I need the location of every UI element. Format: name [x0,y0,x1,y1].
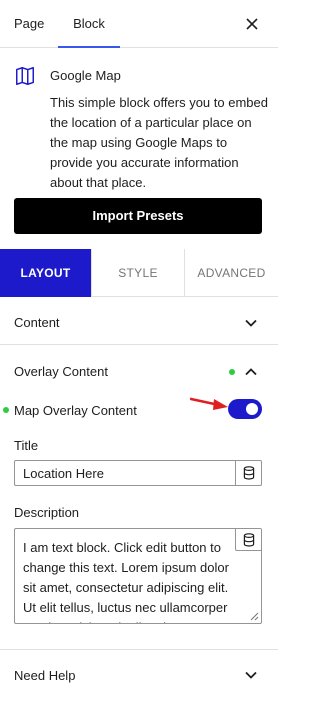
tab-page[interactable]: Page [14,0,44,47]
need-help-section-title: Need Help [14,668,76,683]
tab-style[interactable]: STYLE [91,249,184,297]
resize-handle-icon[interactable] [249,611,259,621]
description-text[interactable]: I am text block. Click edit button to ch… [23,538,235,623]
modified-indicator [229,369,235,375]
close-icon[interactable] [242,14,262,34]
description-textarea[interactable]: I am text block. Click edit button to ch… [14,528,262,624]
title-field[interactable] [14,460,262,486]
annotation-arrow-icon [190,397,228,410]
dynamic-data-button[interactable] [235,461,261,485]
tab-layout[interactable]: LAYOUT [0,249,91,297]
panel-tabs: LAYOUT STYLE ADVANCED [0,249,278,297]
tab-block[interactable]: Block [58,0,120,48]
map-overlay-toggle[interactable] [228,399,262,419]
title-input[interactable] [15,461,237,485]
modified-indicator [3,407,9,413]
map-icon [16,67,34,85]
content-section-title: Content [14,315,60,330]
need-help-section[interactable]: Need Help [0,650,278,700]
dynamic-data-button[interactable] [235,529,261,551]
database-icon [243,466,255,480]
sidebar-tabs: Page Block [0,0,278,48]
overlay-content-section-title[interactable]: Overlay Content [14,364,108,379]
description-label: Description [14,505,80,520]
tab-advanced[interactable]: ADVANCED [184,249,278,297]
block-title: Google Map [50,68,121,83]
content-section[interactable]: Content [0,297,278,345]
map-overlay-toggle-label: Map Overlay Content [14,403,137,418]
chevron-down-icon[interactable] [244,668,258,682]
chevron-up-icon[interactable] [244,365,258,379]
database-icon [243,533,255,547]
import-presets-button[interactable]: Import Presets [14,198,262,234]
chevron-down-icon[interactable] [244,316,258,330]
block-description: This simple block offers you to embed th… [50,95,268,190]
title-label: Title [14,438,39,453]
